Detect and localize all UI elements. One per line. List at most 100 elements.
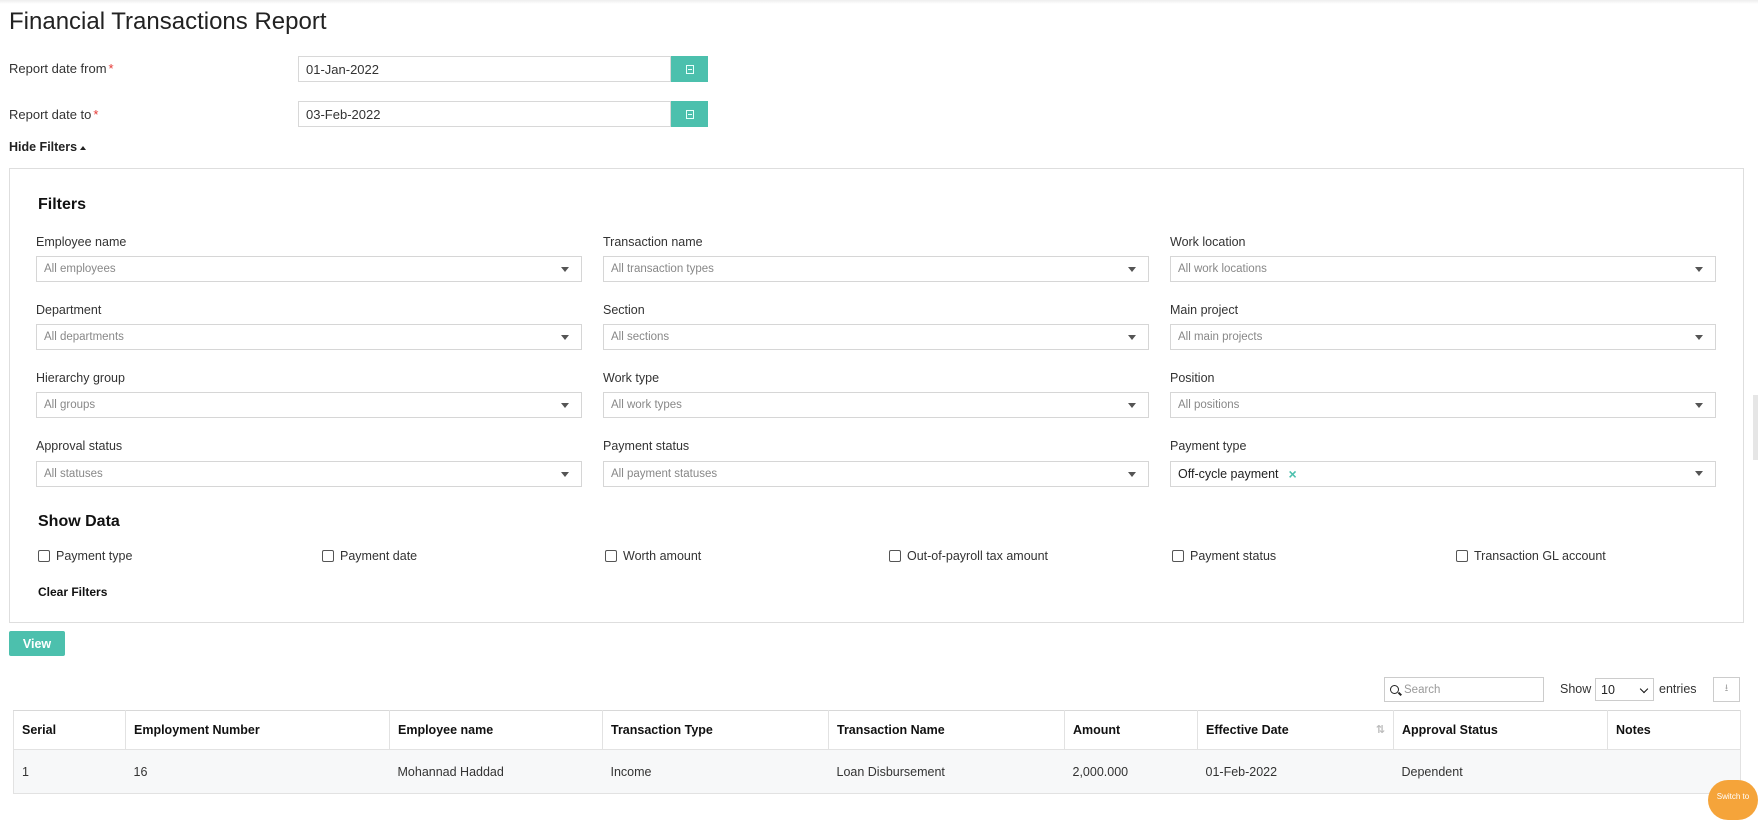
caret-up-icon — [80, 145, 87, 150]
table-cell: Income — [602, 749, 829, 794]
top-shadow — [0, 0, 1758, 4]
checkbox[interactable] — [889, 550, 901, 562]
switch-to-button[interactable]: Switch to — [1708, 780, 1758, 820]
checkbox[interactable] — [38, 550, 50, 562]
show-data-transaction-gl-account[interactable]: Transaction GL account — [1456, 549, 1606, 563]
column-header-effective-date[interactable]: Effective Date ⇅ — [1197, 710, 1394, 750]
chevron-down-icon — [561, 335, 569, 340]
chevron-down-icon — [561, 267, 569, 272]
filter-label-hierarchy-group: Hierarchy group — [36, 371, 125, 385]
column-header[interactable]: Amount — [1064, 710, 1198, 750]
filter-approval-status-select[interactable]: All statuses — [36, 461, 582, 487]
show-data-option-label: Payment date — [340, 549, 418, 563]
filter-payment-type-select[interactable]: Off-cycle payment × — [1170, 461, 1716, 487]
chevron-down-icon — [1639, 684, 1649, 694]
column-header[interactable]: Serial — [13, 710, 126, 750]
column-header[interactable]: Notes — [1607, 710, 1741, 750]
filter-approval-status-value: All statuses — [44, 468, 103, 480]
filter-hierarchy-group-select[interactable]: All groups — [36, 392, 582, 418]
filter-work-location-value: All work locations — [1178, 263, 1267, 275]
chevron-down-icon — [561, 403, 569, 408]
show-data-payment-type[interactable]: Payment type — [38, 549, 132, 563]
checkbox[interactable] — [322, 550, 334, 562]
remove-tag-icon[interactable]: × — [1289, 466, 1297, 482]
report-date-to-label-text: Report date to — [9, 107, 92, 122]
filter-payment-status-select[interactable]: All payment statuses — [603, 461, 1149, 487]
filter-employee-name-select[interactable]: All employees — [36, 256, 582, 282]
show-data-option-label: Transaction GL account — [1474, 549, 1606, 563]
filter-section-select[interactable]: All sections — [603, 324, 1149, 350]
show-data-payment-date[interactable]: Payment date — [322, 549, 417, 563]
chevron-down-icon — [561, 472, 569, 477]
table-cell: 1 — [13, 749, 126, 794]
export-button[interactable]: ⭳ — [1713, 677, 1740, 702]
column-header[interactable]: Transaction Name — [828, 710, 1065, 750]
checkbox[interactable] — [1456, 550, 1468, 562]
column-header[interactable]: Employee name — [389, 710, 603, 750]
filter-payment-status-value: All payment statuses — [611, 468, 718, 480]
filters-panel: Filters Employee name All employees Tran… — [9, 168, 1744, 623]
show-data-worth-amount[interactable]: Worth amount — [605, 549, 701, 563]
column-header-label: Effective Date — [1206, 723, 1289, 737]
filter-main-project-select[interactable]: All main projects — [1170, 324, 1716, 350]
report-date-from-label: Report date from * — [9, 61, 114, 76]
column-header[interactable]: Transaction Type — [602, 710, 829, 750]
report-date-from-input[interactable] — [298, 56, 672, 82]
hide-filters-label: Hide Filters — [9, 140, 78, 154]
show-data-option-label: Payment type — [56, 549, 133, 563]
filter-work-location-select[interactable]: All work locations — [1170, 256, 1716, 282]
entries-label: entries — [1659, 682, 1697, 696]
scrollbar[interactable] — [1753, 395, 1758, 460]
view-button[interactable]: View — [9, 631, 65, 656]
report-date-to-input[interactable] — [298, 101, 672, 127]
table-cell: 2,000.000 — [1064, 749, 1198, 794]
show-data-title: Show Data — [38, 513, 120, 530]
filter-position-select[interactable]: All positions — [1170, 392, 1716, 418]
filter-label-main-project: Main project — [1170, 303, 1239, 317]
show-data-out-of-payroll-tax[interactable]: Out-of-payroll tax amount — [889, 549, 1048, 563]
checkbox[interactable] — [605, 550, 617, 562]
search-placeholder: Search — [1404, 683, 1441, 696]
filter-label-position: Position — [1170, 371, 1215, 385]
filter-transaction-name-value: All transaction types — [611, 263, 714, 275]
entries-select[interactable]: 10 — [1595, 678, 1654, 701]
filter-label-section: Section — [603, 303, 645, 317]
show-data-payment-status[interactable]: Payment status — [1172, 549, 1276, 563]
filter-work-type-select[interactable]: All work types — [603, 392, 1149, 418]
chevron-down-icon — [1695, 335, 1703, 340]
show-data-option-label: Worth amount — [623, 549, 702, 563]
calendar-icon — [685, 64, 694, 74]
filter-transaction-name-select[interactable]: All transaction types — [603, 256, 1149, 282]
hide-filters-toggle[interactable]: Hide Filters — [9, 140, 87, 154]
calendar-icon — [685, 109, 694, 119]
table-search[interactable]: Search — [1384, 677, 1544, 702]
show-label: Show — [1560, 682, 1592, 696]
column-header[interactable]: Employment Number — [125, 710, 390, 750]
export-icon: ⭳ — [1724, 683, 1729, 694]
report-date-to-label: Report date to * — [9, 107, 98, 122]
report-date-from-calendar-button[interactable] — [671, 56, 708, 82]
filter-main-project-value: All main projects — [1178, 331, 1263, 343]
column-header[interactable]: Approval Status — [1393, 710, 1608, 750]
sort-icon[interactable]: ⇅ — [1376, 723, 1385, 736]
report-date-from-label-text: Report date from — [9, 61, 107, 76]
filter-label-work-type: Work type — [603, 371, 660, 385]
show-data-option-label: Payment status — [1190, 549, 1277, 563]
checkbox[interactable] — [1172, 550, 1184, 562]
page-title: Financial Transactions Report — [9, 8, 327, 35]
table-cell: 16 — [125, 749, 390, 794]
report-date-to-calendar-button[interactable] — [671, 101, 708, 127]
table-cell: Loan Disbursement — [828, 749, 1065, 794]
table-cell: Mohannad Haddad — [389, 749, 603, 794]
filter-label-transaction-name: Transaction name — [603, 235, 703, 249]
filter-label-work-location: Work location — [1170, 235, 1246, 249]
filter-employee-name-value: All employees — [44, 263, 116, 275]
filter-label-approval-status: Approval status — [36, 439, 123, 453]
filter-label-employee-name: Employee name — [36, 235, 127, 249]
filter-department-select[interactable]: All departments — [36, 324, 582, 350]
clear-filters-link[interactable]: Clear Filters — [38, 585, 107, 599]
filter-label-payment-type: Payment type — [1170, 439, 1247, 453]
selected-tag-off-cycle-payment: Off-cycle payment — [1178, 467, 1279, 481]
show-data-option-label: Out-of-payroll tax amount — [907, 549, 1049, 563]
required-mark: * — [108, 61, 114, 76]
